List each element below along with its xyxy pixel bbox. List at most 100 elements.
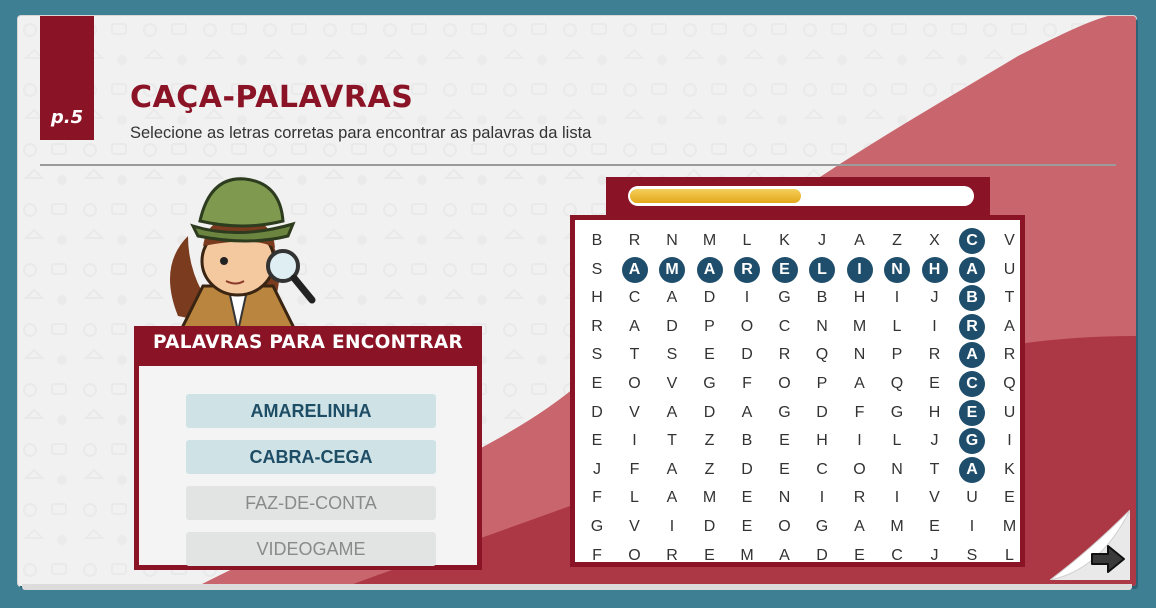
grid-cell[interactable]: M — [697, 485, 723, 511]
grid-cell[interactable]: B — [959, 285, 985, 312]
grid-cell[interactable]: H — [922, 400, 948, 426]
grid-cell[interactable]: D — [584, 400, 610, 426]
grid-cell[interactable]: S — [584, 257, 610, 283]
grid-cell[interactable]: A — [734, 400, 760, 426]
grid-cell[interactable]: J — [922, 543, 948, 569]
grid-cell[interactable]: N — [847, 342, 873, 368]
grid-cell[interactable]: R — [959, 313, 985, 340]
grid-cell[interactable]: D — [697, 285, 723, 311]
grid-cell[interactable]: U — [997, 257, 1023, 283]
grid-cell[interactable]: Q — [997, 371, 1023, 397]
grid-cell[interactable]: T — [622, 342, 648, 368]
grid-cell[interactable]: D — [734, 457, 760, 483]
grid-cell[interactable]: O — [734, 314, 760, 340]
grid-cell[interactable]: S — [584, 342, 610, 368]
grid-cell[interactable]: I — [922, 314, 948, 340]
grid-cell[interactable]: I — [659, 514, 685, 540]
grid-cell[interactable]: G — [959, 428, 985, 455]
grid-cell[interactable]: A — [659, 285, 685, 311]
grid-cell[interactable]: E — [771, 256, 798, 283]
grid-cell[interactable]: U — [959, 485, 985, 511]
arrow-right-icon[interactable] — [1090, 544, 1126, 574]
grid-cell[interactable]: H — [921, 256, 948, 283]
grid-cell[interactable]: T — [922, 457, 948, 483]
grid-cell[interactable]: J — [809, 228, 835, 254]
grid-cell[interactable]: J — [922, 285, 948, 311]
grid-cell[interactable]: D — [734, 342, 760, 368]
grid-cell[interactable]: N — [884, 256, 910, 283]
grid-cell[interactable]: S — [959, 543, 985, 569]
grid-cell[interactable]: L — [734, 228, 760, 254]
grid-cell[interactable]: E — [847, 543, 873, 569]
grid-cell[interactable]: C — [884, 543, 910, 569]
grid-cell[interactable]: A — [847, 371, 873, 397]
grid-cell[interactable]: A — [847, 514, 873, 540]
grid-cell[interactable]: M — [659, 256, 685, 283]
grid-cell[interactable]: M — [847, 314, 873, 340]
grid-cell[interactable]: P — [697, 314, 723, 340]
grid-cell[interactable]: C — [772, 314, 798, 340]
grid-cell[interactable]: D — [697, 514, 723, 540]
grid-cell[interactable]: E — [584, 371, 610, 397]
grid-cell[interactable]: N — [659, 228, 685, 254]
grid-cell[interactable]: I — [959, 514, 985, 540]
grid-cell[interactable]: B — [734, 428, 760, 454]
grid-cell[interactable]: E — [772, 428, 798, 454]
grid-cell[interactable]: R — [772, 342, 798, 368]
grid-cell[interactable]: G — [584, 514, 610, 540]
grid-cell[interactable]: A — [959, 342, 985, 369]
grid-cell[interactable]: V — [622, 514, 648, 540]
grid-cell[interactable]: G — [809, 514, 835, 540]
grid-cell[interactable]: R — [622, 228, 648, 254]
grid-cell[interactable]: Z — [697, 428, 723, 454]
grid-cell[interactable]: X — [922, 228, 948, 254]
grid-cell[interactable]: F — [584, 543, 610, 569]
grid-cell[interactable]: D — [659, 314, 685, 340]
grid-cell[interactable]: G — [772, 400, 798, 426]
grid-cell[interactable]: G — [772, 285, 798, 311]
grid-cell[interactable]: A — [622, 314, 648, 340]
grid-cell[interactable]: E — [772, 457, 798, 483]
grid-cell[interactable]: O — [772, 514, 798, 540]
grid-cell[interactable]: V — [659, 371, 685, 397]
grid-cell[interactable]: E — [584, 428, 610, 454]
grid-cell[interactable]: G — [697, 371, 723, 397]
grid-cell[interactable]: R — [734, 256, 760, 283]
grid-cell[interactable]: Q — [884, 371, 910, 397]
grid-cell[interactable]: Z — [884, 228, 910, 254]
grid-cell[interactable]: A — [997, 314, 1023, 340]
grid-cell[interactable]: S — [659, 342, 685, 368]
grid-cell[interactable]: F — [847, 400, 873, 426]
grid-cell[interactable]: E — [734, 514, 760, 540]
grid-cell[interactable]: N — [772, 485, 798, 511]
grid-cell[interactable]: R — [584, 314, 610, 340]
grid-cell[interactable]: E — [959, 399, 985, 426]
grid-cell[interactable]: A — [772, 543, 798, 569]
grid-cell[interactable]: V — [997, 228, 1023, 254]
grid-cell[interactable]: L — [884, 428, 910, 454]
grid-cell[interactable]: O — [772, 371, 798, 397]
grid-cell[interactable]: F — [584, 485, 610, 511]
grid-cell[interactable]: I — [884, 285, 910, 311]
grid-cell[interactable]: C — [622, 285, 648, 311]
grid-cell[interactable]: I — [847, 428, 873, 454]
grid-cell[interactable]: A — [621, 256, 648, 283]
grid-cell[interactable]: M — [884, 514, 910, 540]
grid-cell[interactable]: C — [809, 457, 835, 483]
grid-cell[interactable]: F — [622, 457, 648, 483]
grid-cell[interactable]: J — [922, 428, 948, 454]
grid-cell[interactable]: A — [659, 457, 685, 483]
grid-cell[interactable]: I — [884, 485, 910, 511]
grid-cell[interactable]: J — [584, 457, 610, 483]
grid-cell[interactable]: K — [772, 228, 798, 254]
grid-cell[interactable]: A — [696, 256, 723, 283]
grid-cell[interactable]: V — [922, 485, 948, 511]
grid-cell[interactable]: E — [697, 342, 723, 368]
grid-cell[interactable]: C — [959, 371, 985, 397]
grid-cell[interactable]: Q — [809, 342, 835, 368]
grid-cell[interactable]: A — [847, 228, 873, 254]
grid-cell[interactable]: I — [734, 285, 760, 311]
grid-cell[interactable]: O — [847, 457, 873, 483]
grid-cell[interactable]: Z — [697, 457, 723, 483]
grid-cell[interactable]: B — [584, 228, 610, 254]
